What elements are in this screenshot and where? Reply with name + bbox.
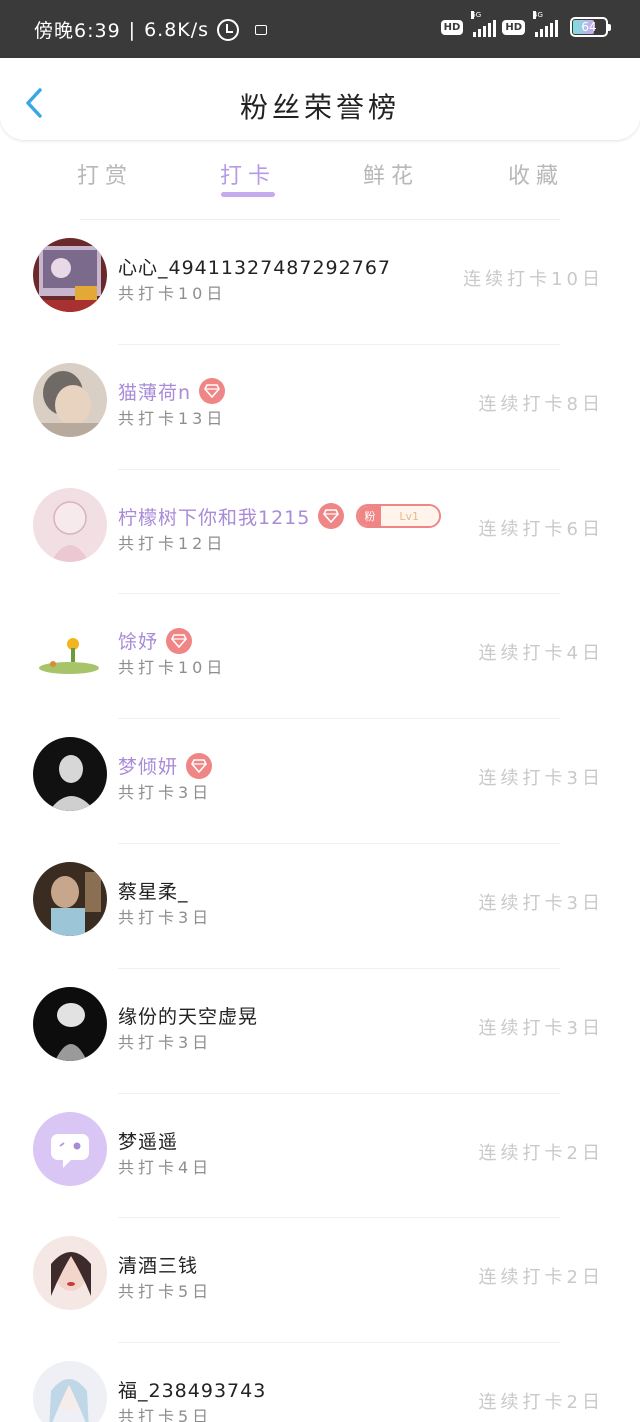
list-item[interactable]: 猫薄荷n 共打卡13日 连续打卡8日 xyxy=(0,345,640,470)
signal-icon-1: 5G xyxy=(469,11,497,37)
avatar[interactable] xyxy=(33,1236,107,1311)
battery-icon: 64 xyxy=(570,17,611,37)
list-item[interactable]: 福_238493743 共打卡5日 连续打卡2日 xyxy=(0,1343,640,1422)
active-tab-indicator xyxy=(221,192,275,197)
avatar[interactable] xyxy=(33,737,107,812)
avatar[interactable] xyxy=(33,1111,107,1186)
streak-days: 连续打卡3日 xyxy=(478,768,604,790)
tab-flowers[interactable]: 鲜花 xyxy=(331,158,451,190)
battery-level: 64 xyxy=(581,20,597,34)
name-line: 柠檬树下你和我1215 粉 Lv1 xyxy=(118,503,441,530)
status-separator: | xyxy=(128,18,137,41)
total-checkins: 共打卡4日 xyxy=(118,1157,213,1177)
name-line: 猫薄荷n xyxy=(118,378,226,405)
streak-days: 连续打卡10日 xyxy=(463,269,604,290)
alarm-icon xyxy=(217,18,240,41)
list-item[interactable]: 蔡星柔_ 共打卡3日 连续打卡3日 xyxy=(0,844,640,969)
signal-icon-2: 4G xyxy=(531,11,558,37)
total-checkins: 共打卡10日 xyxy=(118,284,227,303)
message-icon xyxy=(255,24,268,35)
tab-bar: 打赏 打卡 鲜花 收藏 xyxy=(0,140,640,210)
app-header: 粉丝荣誉榜 xyxy=(0,58,640,140)
vip-diamond-icon xyxy=(318,503,345,530)
hd-badge-1: HD xyxy=(440,19,464,35)
default-avatar-icon xyxy=(33,1111,107,1186)
streak-days: 连续打卡8日 xyxy=(478,393,604,415)
status-speed: 6.8K/s xyxy=(144,18,210,41)
list-item[interactable]: 梦倾妍 共打卡3日 连续打卡3日 xyxy=(0,719,640,844)
status-left: 傍晚6:39 | 6.8K/s xyxy=(34,16,268,43)
avatar[interactable] xyxy=(33,861,107,936)
streak-days: 连续打卡2日 xyxy=(478,1392,604,1414)
user-name[interactable]: 馀妤 xyxy=(118,627,158,654)
list-item[interactable]: 梦遥遥 共打卡4日 连续打卡2日 xyxy=(0,1094,640,1219)
avatar[interactable] xyxy=(33,238,107,312)
total-checkins: 共打卡10日 xyxy=(118,658,227,678)
total-checkins: 共打卡5日 xyxy=(118,1282,213,1302)
list-item[interactable]: 清酒三钱 共打卡5日 连续打卡2日 xyxy=(0,1218,640,1344)
total-checkins: 共打卡5日 xyxy=(118,1407,213,1422)
status-right: HD 5G HD 4G 64 xyxy=(440,11,611,37)
list-item[interactable]: 缘份的天空虚晃 共打卡3日 连续打卡3日 xyxy=(0,969,640,1094)
fan-list: 心心_49411327487292767 共打卡10日 连续打卡10日 猫薄荷n… xyxy=(0,220,640,1422)
user-name[interactable]: 缘份的天空虚晃 xyxy=(118,1002,258,1029)
user-name[interactable]: 梦遥遥 xyxy=(118,1127,178,1154)
streak-days: 连续打卡2日 xyxy=(478,1267,604,1289)
avatar[interactable] xyxy=(33,487,107,562)
user-name[interactable]: 猫薄荷n xyxy=(118,378,191,405)
total-checkins: 共打卡3日 xyxy=(118,907,213,927)
user-name[interactable]: 清酒三钱 xyxy=(118,1251,198,1278)
tab-favorites[interactable]: 收藏 xyxy=(476,158,596,190)
tab-reward[interactable]: 打赏 xyxy=(45,158,165,190)
name-line: 馀妤 xyxy=(118,627,193,654)
streak-days: 连续打卡4日 xyxy=(478,643,604,665)
name-line: 缘份的天空虚晃 xyxy=(118,1002,258,1029)
total-checkins: 共打卡13日 xyxy=(118,408,227,428)
hd-badge-2: HD xyxy=(502,19,525,35)
name-line: 蔡星柔_ xyxy=(118,877,189,904)
total-checkins: 共打卡3日 xyxy=(118,1032,213,1052)
streak-days: 连续打卡6日 xyxy=(478,518,604,540)
fan-badge-level: Lv1 xyxy=(381,506,439,527)
fan-level-badge: 粉 Lv1 xyxy=(356,504,441,529)
vip-diamond-icon xyxy=(199,378,226,405)
name-line: 梦遥遥 xyxy=(118,1127,178,1154)
user-name[interactable]: 梦倾妍 xyxy=(118,752,178,779)
name-line: 梦倾妍 xyxy=(118,752,213,779)
streak-days: 连续打卡2日 xyxy=(478,1142,604,1164)
list-item[interactable]: 馀妤 共打卡10日 连续打卡4日 xyxy=(0,594,640,720)
vip-diamond-icon xyxy=(166,627,193,654)
status-time: 傍晚6:39 xyxy=(34,20,121,42)
user-name[interactable]: 蔡星柔_ xyxy=(118,877,189,904)
streak-days: 连续打卡3日 xyxy=(478,1017,604,1039)
user-name[interactable]: 福_238493743 xyxy=(118,1376,266,1403)
avatar[interactable] xyxy=(33,1361,107,1422)
tab-checkin[interactable]: 打卡 xyxy=(188,158,308,190)
name-line: 清酒三钱 xyxy=(118,1251,198,1278)
avatar[interactable] xyxy=(33,612,107,687)
fan-badge-label: 粉 xyxy=(358,506,382,527)
status-bar: 傍晚6:39 | 6.8K/s HD 5G HD 4G 64 xyxy=(0,0,640,58)
vip-diamond-icon xyxy=(186,752,213,779)
total-checkins: 共打卡12日 xyxy=(118,533,227,553)
user-name[interactable]: 心心_49411327487292767 xyxy=(118,253,391,280)
list-item[interactable]: 心心_49411327487292767 共打卡10日 连续打卡10日 xyxy=(0,220,640,345)
streak-days: 连续打卡3日 xyxy=(478,892,604,914)
avatar[interactable] xyxy=(33,362,107,437)
total-checkins: 共打卡3日 xyxy=(118,783,213,803)
name-line: 福_238493743 xyxy=(118,1376,266,1403)
list-item[interactable]: 柠檬树下你和我1215 粉 Lv1 共打卡12日 连续打卡6日 xyxy=(0,470,640,595)
page-title: 粉丝荣誉榜 xyxy=(239,91,400,124)
user-name[interactable]: 柠檬树下你和我1215 xyxy=(118,503,310,530)
avatar[interactable] xyxy=(33,986,107,1061)
name-line: 心心_49411327487292767 xyxy=(118,253,391,280)
